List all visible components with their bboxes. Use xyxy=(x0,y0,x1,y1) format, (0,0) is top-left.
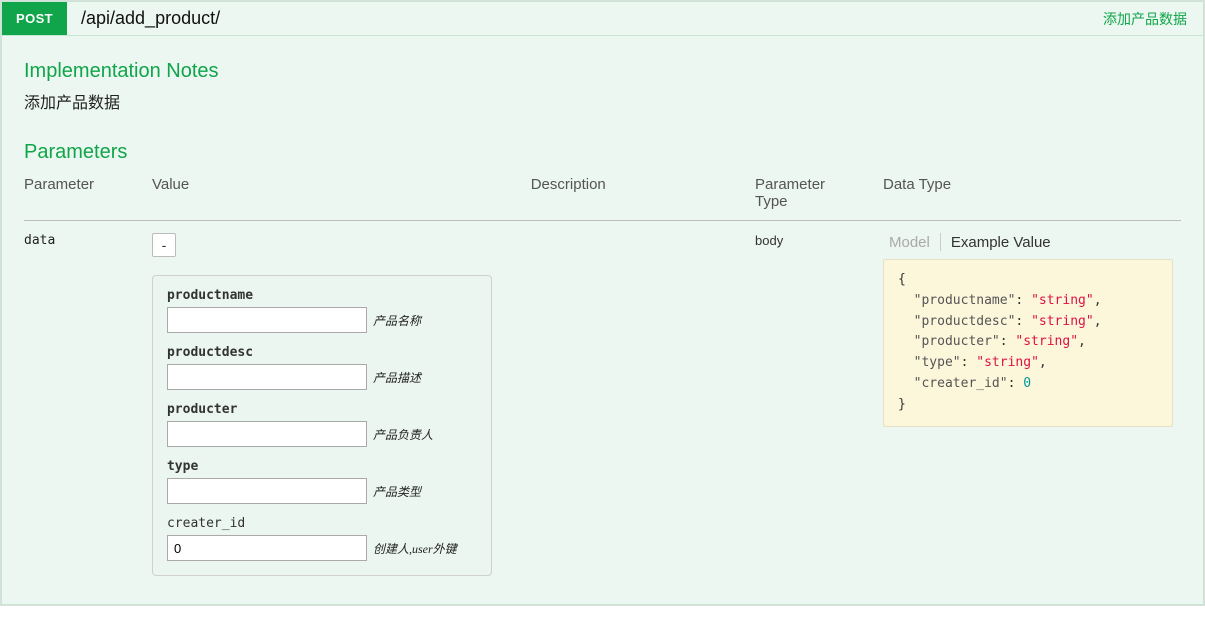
form-row: type 产品类型 xyxy=(167,459,477,504)
field-label-producter: producter xyxy=(167,402,477,417)
param-description-cell xyxy=(531,221,755,577)
field-hint-type: 产品类型 xyxy=(373,483,421,500)
operation-heading[interactable]: POST /api/add_product/ 添加产品数据 xyxy=(2,2,1203,36)
form-row: productname 产品名称 xyxy=(167,288,477,333)
api-operation-panel: POST /api/add_product/ 添加产品数据 Implementa… xyxy=(1,1,1204,605)
form-row: producter 产品负责人 xyxy=(167,402,477,447)
endpoint-path: /api/add_product/ xyxy=(67,2,234,35)
param-value-cell: - productname 产品名称 productdesc 产品描述 producte… xyxy=(152,221,531,577)
field-label-creater_id: creater_id xyxy=(167,516,477,531)
tab-separator xyxy=(940,233,941,251)
creater_id-input[interactable] xyxy=(167,535,367,561)
producter-input[interactable] xyxy=(167,421,367,447)
collapse-toggle-button[interactable]: - xyxy=(152,233,176,257)
field-hint-productdesc: 产品描述 xyxy=(373,369,421,386)
field-hint-creater_id: 创建人,user外键 xyxy=(373,540,457,557)
form-row: creater_id 创建人,user外键 xyxy=(167,516,477,561)
tab-model[interactable]: Model xyxy=(883,234,936,251)
field-hint-producter: 产品负责人 xyxy=(373,426,433,443)
tab-example-value[interactable]: Example Value xyxy=(945,234,1057,251)
productdesc-input[interactable] xyxy=(167,364,367,390)
body-form: productname 产品名称 productdesc 产品描述 producter 产… xyxy=(152,275,492,576)
field-label-productname: productname xyxy=(167,288,477,303)
parameters-table: Parameter Value Description ParameterTyp… xyxy=(24,170,1181,576)
col-description: Description xyxy=(531,170,755,221)
param-name-cell: data xyxy=(24,221,152,577)
implementation-notes-heading: Implementation Notes xyxy=(24,60,1181,83)
param-type-cell: body xyxy=(755,221,883,577)
param-datatype-cell: Model Example Value { "productname": "st… xyxy=(883,221,1181,577)
table-row: data - productname产品名称productdesc产品描述pro… xyxy=(24,221,1181,577)
field-label-type: type xyxy=(167,459,477,474)
col-parameter: Parameter xyxy=(24,170,152,221)
field-hint-productname: 产品名称 xyxy=(373,312,421,329)
col-parameter-type: ParameterType xyxy=(755,170,883,221)
parameters-heading: Parameters xyxy=(24,141,1181,164)
type-input[interactable] xyxy=(167,478,367,504)
example-value-box[interactable]: { "productname": "string", "productdesc"… xyxy=(883,259,1173,427)
field-label-productdesc: productdesc xyxy=(167,345,477,360)
operation-content: Implementation Notes 添加产品数据 Parameters P… xyxy=(2,36,1203,604)
form-row: productdesc 产品描述 xyxy=(167,345,477,390)
schema-tabs: Model Example Value xyxy=(883,233,1173,251)
endpoint-summary: 添加产品数据 xyxy=(1087,2,1203,35)
productname-input[interactable] xyxy=(167,307,367,333)
implementation-notes-text: 添加产品数据 xyxy=(24,89,1181,113)
col-data-type: Data Type xyxy=(883,170,1181,221)
http-method-badge: POST xyxy=(2,2,67,35)
col-value: Value xyxy=(152,170,531,221)
